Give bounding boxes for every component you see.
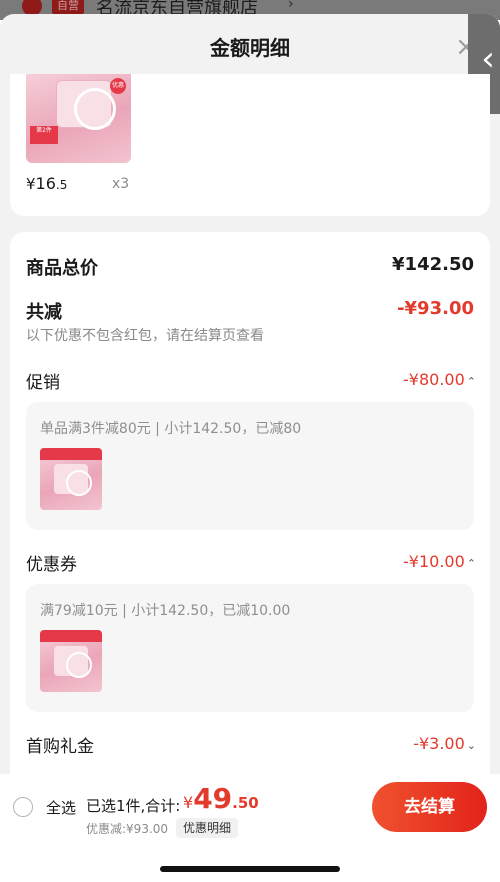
thumbnail-ring [66,652,92,678]
product-image-badge: 第2件 [30,126,58,144]
promotion-label: 促销 [26,373,60,393]
promotion-detail-card: 单品满3件减80元 | 小计142.50，已减80 [26,402,474,530]
store-arrow-icon: › [288,0,294,12]
amount-detail-sheet: 金额明细 × ‹ 第2件 优惠 ¥16.5 x3 商品总价 ¥142.50 共减… [0,14,500,774]
product-image-dot: 优惠 [110,78,126,94]
total-price-value: ¥142.50 [392,254,474,275]
first-purchase-toggle[interactable]: -¥3.00 ⌄ [413,734,476,753]
sheet-title: 金额明细 [210,36,290,60]
product-price-int: 16 [35,174,56,193]
total-dec: .50 [232,794,259,812]
total-reduction-value: -¥93.00 [397,298,474,319]
promotion-product-thumbnail[interactable] [40,448,102,510]
promotion-detail-text: 单品满3件减80元 | 小计142.50，已减80 [40,421,302,437]
checkout-button[interactable]: 去结算 [372,782,487,832]
chevron-up-icon: ⌃ [466,557,476,570]
thumbnail-band [40,630,102,642]
promotion-value: -¥80.00 [403,370,465,389]
thumbnail-ring [66,470,92,496]
first-purchase-value: -¥3.00 [413,734,465,753]
product-image[interactable]: 第2件 优惠 [26,74,131,163]
store-self-operated-tag: 自营 [52,0,84,14]
selected-count-text: 已选1件,合计: [86,797,181,815]
select-all-radio[interactable] [13,797,33,817]
discount-note: 以下优惠不包含红包，请在结算页查看 [26,328,264,344]
coupon-product-thumbnail[interactable] [40,630,102,692]
product-price-dec: .5 [55,178,68,192]
select-all-label[interactable]: 全选 [46,797,76,818]
total-int: 49 [193,782,233,815]
total-price-label: 商品总价 [26,258,98,279]
discount-detail-button[interactable]: 优惠明细 [176,818,239,838]
coupon-label: 优惠券 [26,555,77,575]
product-quantity: x3 [112,176,130,192]
thumbnail-band [40,448,102,460]
coupon-detail-card: 满79减10元 | 小计142.50，已减10.00 [26,584,474,712]
product-price: ¥16.5 [26,174,67,193]
coupon-value: -¥10.00 [403,552,465,571]
checkout-bar: 全选 已选1件,合计: ¥49.50 优惠减:¥93.00 优惠明细 去结算 [0,776,500,882]
chevron-down-icon: ⌄ [466,739,476,752]
total-reduction-label: 共减 [26,302,62,323]
product-price-currency: ¥ [26,175,36,193]
total-currency: ¥ [183,793,194,812]
price-detail-card: 商品总价 ¥142.50 共减 -¥93.00 以下优惠不包含红包，请在结算页查… [10,232,490,774]
coupon-toggle[interactable]: -¥10.00 ⌃ [403,552,476,571]
discount-summary: 优惠减:¥93.00 [86,822,169,836]
chevron-up-icon: ⌃ [466,375,476,388]
coupon-detail-text: 满79减10元 | 小计142.50，已减10.00 [40,603,291,619]
product-ring-shape [74,88,116,130]
first-purchase-label: 首购礼金 [26,737,94,757]
product-card: 第2件 优惠 ¥16.5 x3 [10,74,490,216]
home-indicator [160,866,340,872]
promotion-toggle[interactable]: -¥80.00 ⌃ [403,370,476,389]
total-amount: ¥49.50 [183,782,259,815]
